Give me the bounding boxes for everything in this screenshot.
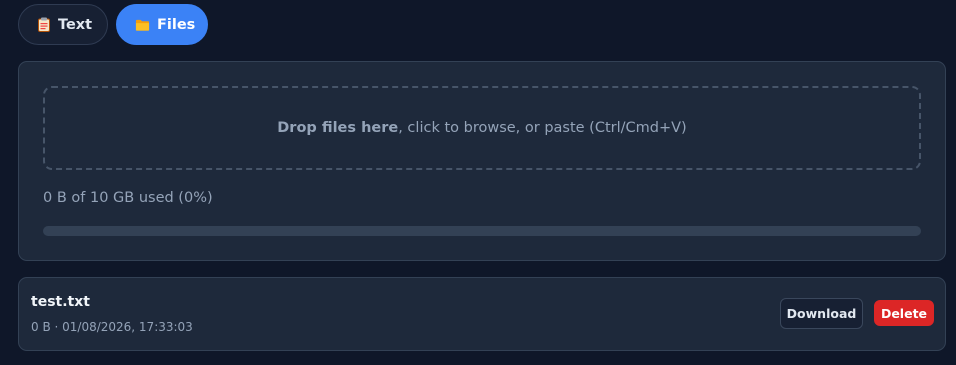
clipboard-icon — [37, 17, 51, 32]
dropzone-text: Drop files here, click to browse, or pas… — [277, 120, 686, 136]
storage-progress-bar — [43, 226, 921, 236]
dropzone-emphasis: Drop files here — [277, 120, 399, 136]
tab-text-label: Text — [58, 16, 93, 33]
tab-files[interactable]: Files — [116, 4, 208, 45]
storage-usage-text: 0 B of 10 GB used (0%) — [43, 190, 213, 206]
download-button[interactable]: Download — [780, 298, 863, 329]
tab-text[interactable]: Text — [18, 4, 108, 45]
file-dropzone[interactable]: Drop files here, click to browse, or pas… — [43, 86, 921, 170]
file-list-item: test.txt 0 B · 01/08/2026, 17:33:03 Down… — [18, 277, 946, 351]
delete-button[interactable]: Delete — [874, 300, 934, 326]
dropzone-instructions: , click to browse, or paste (Ctrl/Cmd+V) — [398, 120, 687, 136]
folder-icon — [135, 17, 150, 32]
upload-panel: Drop files here, click to browse, or pas… — [18, 61, 946, 261]
tab-bar: Text Files — [18, 4, 208, 45]
file-name: test.txt — [31, 294, 90, 310]
file-meta: 0 B · 01/08/2026, 17:33:03 — [31, 320, 193, 334]
tab-files-label: Files — [157, 16, 196, 33]
